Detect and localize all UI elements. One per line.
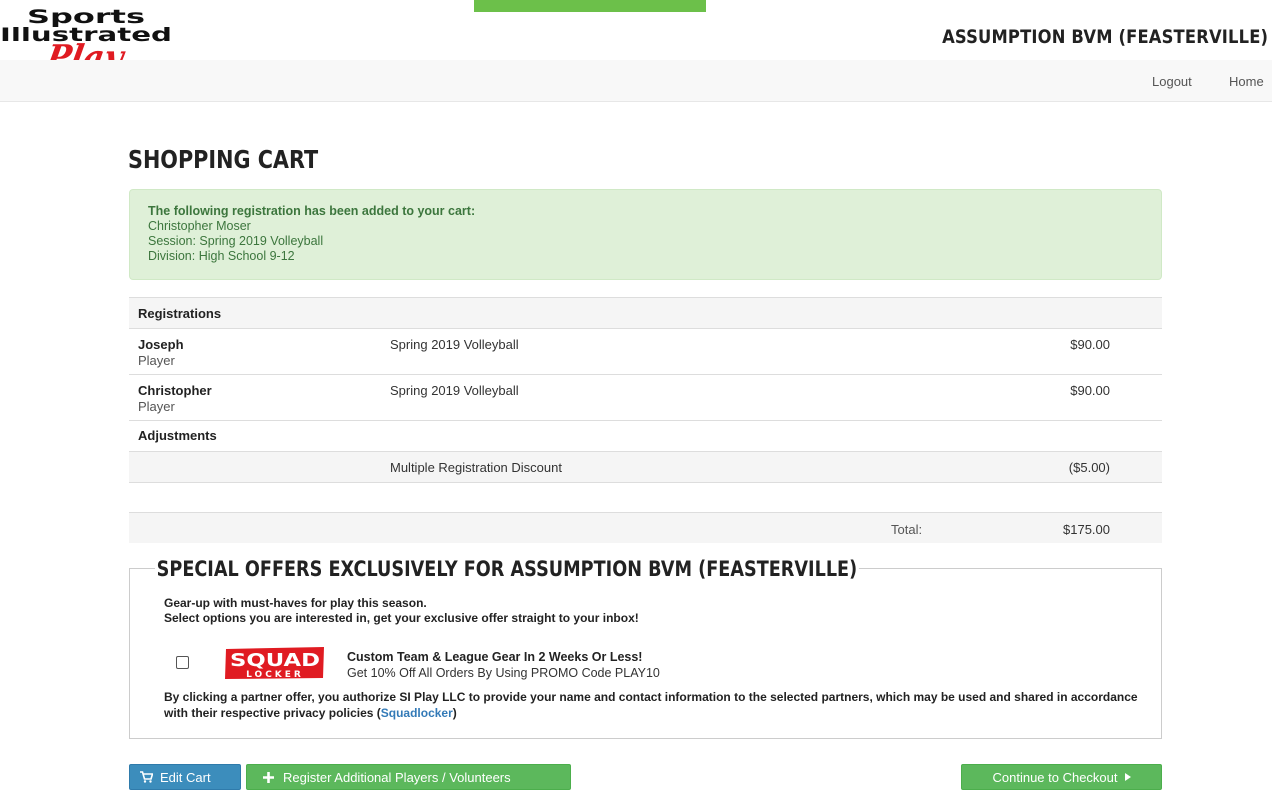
site-title: ASSUMPTION BVM (FEASTERVILLE) xyxy=(941,26,1268,48)
table-row: Joseph Player Spring 2019 Volleyball $90… xyxy=(129,328,1162,374)
shopping-cart-icon xyxy=(140,771,153,783)
consent-end: ) xyxy=(452,706,457,720)
consent-text: By clicking a partner offer, you authori… xyxy=(164,689,1154,721)
adjustments-header-row: Adjustments xyxy=(129,420,1162,451)
offer-promo: Get 10% Off All Orders By Using PROMO Co… xyxy=(347,666,660,680)
offer-text: Custom Team & League Gear In 2 Weeks Or … xyxy=(347,649,660,681)
squadlocker-logo: SQUAD LOCKER xyxy=(225,647,324,680)
total-row: Total: $175.00 xyxy=(129,512,1162,543)
adjustments-header: Adjustments xyxy=(138,428,217,443)
special-offers-panel: SPECIAL OFFERS EXCLUSIVELY FOR ASSUMPTIO… xyxy=(129,557,1162,739)
cart-table: Registrations Joseph Player Spring 2019 … xyxy=(129,297,1162,543)
registration-amount: $90.00 xyxy=(1070,383,1110,398)
registrant-role: Player xyxy=(138,399,175,414)
alert-division: Division: High School 9-12 xyxy=(148,249,295,263)
registrations-header: Registrations xyxy=(138,306,222,321)
table-row: Multiple Registration Discount ($5.00) xyxy=(129,451,1162,482)
register-additional-label: Register Additional Players / Volunteers xyxy=(283,769,511,785)
green-tab-bar xyxy=(474,0,706,12)
special-offers-title: SPECIAL OFFERS EXCLUSIVELY FOR ASSUMPTIO… xyxy=(155,557,859,581)
total-value: $175.00 xyxy=(1063,522,1110,537)
adjustment-amount: ($5.00) xyxy=(1068,460,1110,475)
registrations-header-row: Registrations xyxy=(129,297,1162,328)
squadlocker-privacy-link[interactable]: Squadlocker xyxy=(381,706,453,720)
alert-player-name: Christopher Moser xyxy=(148,219,251,233)
registration-session: Spring 2019 Volleyball xyxy=(390,337,519,352)
consent-body: By clicking a partner offer, you authori… xyxy=(164,690,1138,720)
register-additional-button[interactable]: Register Additional Players / Volunteers xyxy=(246,764,571,790)
squad-logo-line1: SQUAD xyxy=(230,650,320,671)
squadlocker-offer-checkbox[interactable] xyxy=(176,656,189,669)
table-row: Christopher Player Spring 2019 Volleybal… xyxy=(129,374,1162,420)
edit-cart-label: Edit Cart xyxy=(160,769,211,785)
top-bar: Sports Illustrated Play ASSUMPTION BVM (… xyxy=(0,0,1272,72)
navbar: Logout Home xyxy=(0,60,1272,102)
home-link[interactable]: Home xyxy=(1229,74,1264,89)
registrant-name: Christopher xyxy=(138,383,212,398)
adjustment-description: Multiple Registration Discount xyxy=(390,460,562,475)
alert-heading: The following registration has been adde… xyxy=(148,204,476,218)
total-label: Total: xyxy=(891,522,923,537)
page-title: SHOPPING CART xyxy=(128,145,319,174)
spacer-row xyxy=(129,482,1162,512)
continue-checkout-button[interactable]: Continue to Checkout xyxy=(961,764,1162,790)
edit-cart-button[interactable]: Edit Cart xyxy=(129,764,241,790)
success-alert: The following registration has been adde… xyxy=(129,189,1162,280)
offers-intro-line2: Select options you are interested in, ge… xyxy=(164,611,639,625)
offers-intro: Gear-up with must-haves for play this se… xyxy=(164,596,639,626)
offer-headline: Custom Team & League Gear In 2 Weeks Or … xyxy=(347,650,643,664)
registration-session: Spring 2019 Volleyball xyxy=(390,383,519,398)
caret-right-icon xyxy=(1124,773,1131,781)
plus-icon xyxy=(263,771,274,783)
registrant-name: Joseph xyxy=(138,337,184,352)
logout-link[interactable]: Logout xyxy=(1152,74,1192,89)
alert-session: Session: Spring 2019 Volleyball xyxy=(148,234,324,248)
continue-checkout-label: Continue to Checkout xyxy=(992,769,1118,785)
squad-logo-line2: LOCKER xyxy=(246,670,304,680)
registration-amount: $90.00 xyxy=(1070,337,1110,352)
offers-intro-line1: Gear-up with must-haves for play this se… xyxy=(164,596,427,610)
registrant-role: Player xyxy=(138,353,175,368)
